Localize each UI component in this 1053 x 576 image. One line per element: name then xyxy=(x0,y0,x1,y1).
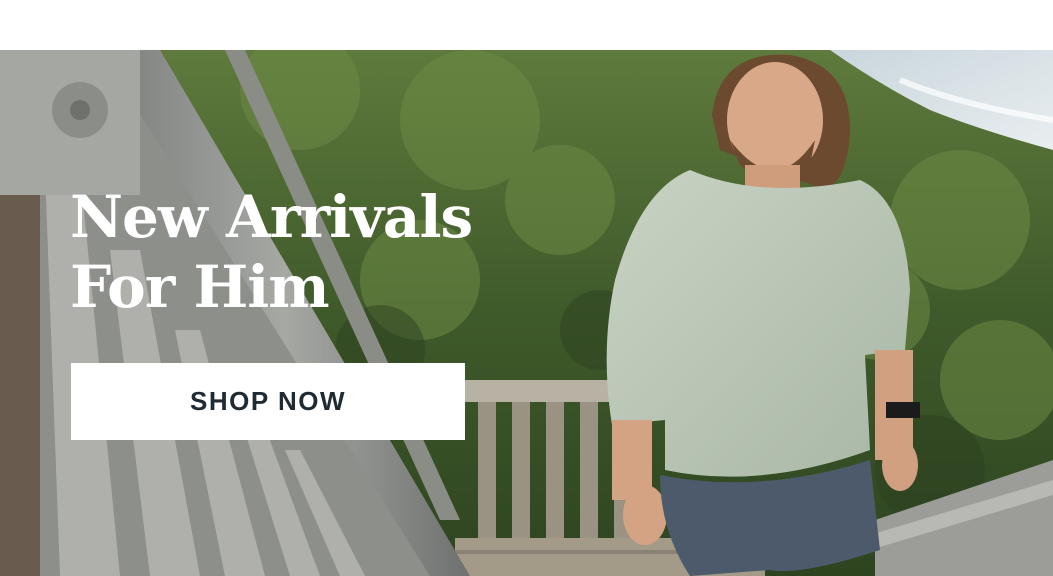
headline-line-2: For Him xyxy=(70,253,330,321)
hero-headline: New Arrivals For Him xyxy=(70,182,473,322)
shop-now-button[interactable]: SHOP NOW xyxy=(71,363,465,440)
headline-line-1: New Arrivals xyxy=(70,183,473,251)
hero-banner[interactable]: New Arrivals For Him SHOP NOW xyxy=(0,50,1053,576)
top-whitespace-bar xyxy=(0,0,1053,50)
